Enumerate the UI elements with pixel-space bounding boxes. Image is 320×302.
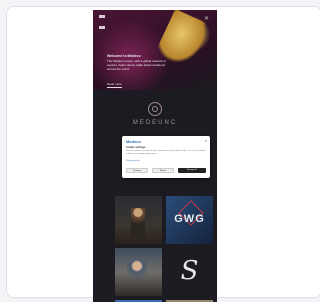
hero-text: Welcome to Medeco The Medeco Group, with… bbox=[107, 54, 173, 71]
tile-gwg[interactable]: GWG bbox=[166, 196, 213, 244]
cookie-title: Cookie settings bbox=[126, 146, 146, 149]
close-icon[interactable]: ✕ bbox=[204, 15, 209, 22]
cookie-settings-button[interactable]: Settings bbox=[126, 168, 148, 173]
tile-person-photo[interactable] bbox=[115, 196, 162, 244]
logo-text: MEDEUNC bbox=[132, 120, 178, 126]
cookie-privacy-link[interactable]: Privacy policy bbox=[126, 160, 139, 162]
cookie-accept-button[interactable]: Accept all bbox=[178, 168, 206, 173]
hero-banner: ✕ Welcome to Medeco The Medeco Group, wi… bbox=[93, 10, 217, 90]
logo-emblem-icon bbox=[148, 102, 162, 116]
content-tiles: GWG S bbox=[115, 196, 213, 302]
cookie-brand: Medeco bbox=[126, 139, 141, 144]
hero-body: The Medeco Group, with a global network … bbox=[107, 59, 166, 71]
s-logo-icon: S bbox=[180, 256, 199, 286]
cookie-body: We use cookies to improve your experienc… bbox=[126, 150, 206, 155]
cookie-close-icon[interactable]: × bbox=[205, 138, 207, 143]
gwg-logo-text: GWG bbox=[174, 213, 205, 225]
brand-logo: MEDEUNC bbox=[93, 102, 217, 126]
cookie-buttons: Settings Reject Accept all bbox=[126, 168, 206, 173]
cookie-reject-button[interactable]: Reject bbox=[152, 168, 174, 173]
cookie-consent-dialog: Medeco × Cookie settings We use cookies … bbox=[122, 136, 210, 178]
hero-read-more-link[interactable]: Read more bbox=[107, 82, 122, 88]
tile-speaker-photo[interactable] bbox=[115, 248, 162, 296]
menu-icon[interactable] bbox=[99, 15, 105, 29]
hero-title: Welcome to Medeco bbox=[107, 54, 141, 58]
tile-s-logo[interactable]: S bbox=[166, 248, 213, 296]
